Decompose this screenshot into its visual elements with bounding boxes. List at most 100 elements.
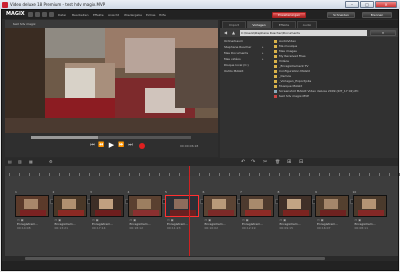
list-item[interactable]: Vidéos <box>274 59 289 63</box>
storyboard-clip[interactable]: 9 ▭ ▣ Enregistrem... 00:16:07 <box>315 190 349 230</box>
storyboard-clip[interactable]: 4 ▭ ▣ Enregistrem... 00:18:12 <box>127 190 162 230</box>
storyboard-clip[interactable]: 6 ▭ ▣ Enregistrem... 00:10:02 <box>202 190 237 230</box>
menu-extras[interactable]: Extras <box>146 13 155 17</box>
menu-effects[interactable]: Effekte <box>93 13 104 17</box>
list-item[interactable]: test hdv magix.MVP <box>274 94 309 98</box>
list-item[interactable]: Configuration MAGIX <box>274 69 310 73</box>
path-field[interactable]: C:\Users\Stephane Ruscher\Documents <box>240 29 367 36</box>
menu-edit[interactable]: Bearbeiten <box>72 13 88 17</box>
list-item[interactable]: My Received Files <box>274 54 306 58</box>
tree-expand-icon[interactable]: ▸ <box>262 57 264 61</box>
clip-thumbnail[interactable] <box>52 195 87 217</box>
list-item[interactable]: Mes images <box>274 49 297 53</box>
tab-effects[interactable]: Effekte <box>272 21 296 28</box>
clip-thumbnail[interactable] <box>277 195 312 217</box>
pool-tabs: Import Vorlagen Effekte Audio <box>220 20 398 28</box>
clip-thumbnail[interactable] <box>202 195 237 217</box>
edit-mode-button[interactable]: Schneiden <box>327 11 355 18</box>
settings-icon[interactable]: ⚙ <box>49 159 53 165</box>
clip-thumbnail[interactable] <box>165 195 199 217</box>
clip-duration: 00:18:12 <box>129 226 143 230</box>
storyboard-clip[interactable]: 10 ▭ ▣ Enregistrem... 00:08:11 <box>352 190 387 230</box>
scrollbar-thumb[interactable] <box>25 257 325 260</box>
maximize-button[interactable]: □ <box>360 1 374 8</box>
list-item[interactable]: Screenshot MAGIX Video deluxe 2009 (KIT_… <box>274 89 358 93</box>
clip-duration: 00:17:14 <box>92 226 106 230</box>
rewind-button[interactable]: ⏪ <box>98 142 105 149</box>
tab-import[interactable]: Import <box>222 21 246 28</box>
zoom-in-icon[interactable]: ⊞ <box>287 159 291 165</box>
clip-thumbnail[interactable] <box>90 195 124 217</box>
storyboard-clip[interactable]: 2 ▭ ▣ Enregistrem... 00:13:21 <box>52 190 87 230</box>
open-icon[interactable] <box>35 12 40 17</box>
tree-item-local-disk[interactable]: Disque local (C:) <box>224 63 249 67</box>
project-file-icon <box>274 94 277 98</box>
menu-view[interactable]: Ansicht <box>108 13 119 17</box>
timeline-view-icon[interactable]: ▥ <box>18 159 22 165</box>
tree-item-user[interactable]: Stephane Ruscher <box>224 45 251 49</box>
menu-playback[interactable]: Wiedergabe <box>124 13 142 17</box>
tree-item-magix-tools[interactable]: Outils MAGIX <box>224 69 243 73</box>
storyboard-clip[interactable]: 1 ▭ ▣ Enregistrem... 00:14:08 <box>15 190 49 230</box>
folder-up-icon[interactable]: ▲ <box>230 29 237 36</box>
save-icon[interactable] <box>42 12 47 17</box>
zoom-out-icon[interactable]: ⊟ <box>299 159 303 165</box>
redo-icon[interactable]: ↷ <box>251 159 255 165</box>
storyboard-view-icon[interactable]: ▤ <box>8 159 12 165</box>
to-start-button[interactable]: ⏮ <box>89 142 96 149</box>
menu-help[interactable]: Hilfe <box>159 13 166 17</box>
delete-icon[interactable]: 🗑 <box>275 159 280 165</box>
storyboard-clip[interactable]: 5 ▭ ▣ Enregistrem... 00:11:23 <box>165 190 199 230</box>
tab-audio[interactable]: Audio <box>297 21 317 28</box>
fast-forward-button[interactable]: ⏩ <box>118 142 125 149</box>
close-button[interactable]: × <box>375 1 397 8</box>
list-item[interactable]: AudioVideo <box>274 39 296 43</box>
clip-thumbnail[interactable] <box>315 195 349 217</box>
timeline-toolbar: ▤ ▥ ▦ ⚙ ↶ ↷ ✂ 🗑 ⊞ ⊟ <box>5 158 398 166</box>
overview-icon[interactable]: ▦ <box>29 159 33 165</box>
clip-duration: 00:16:07 <box>317 226 331 230</box>
playhead[interactable] <box>189 166 190 258</box>
list-item[interactable]: _Demos <box>274 74 291 78</box>
record-button[interactable] <box>139 143 145 149</box>
to-end-button[interactable]: ⏭ <box>127 142 134 149</box>
preview-timecode: 00:00:06:18 <box>180 144 199 148</box>
timeline-ruler[interactable] <box>5 166 400 176</box>
list-item[interactable]: Musique MAGIX <box>274 84 302 88</box>
storyboard-clip[interactable]: 7 ▭ ▣ Enregistrem... 00:12:19 <box>240 190 274 230</box>
tree-item-videos[interactable]: Mes vidéos <box>224 57 241 61</box>
list-item[interactable]: Ma musique <box>274 44 297 48</box>
clip-thumbnail[interactable] <box>352 195 387 217</box>
tree-item-root[interactable]: Ordnerbaum <box>224 39 243 43</box>
storyboard-clip[interactable]: 8 ▭ ▣ Enregistrem... 00:09:15 <box>277 190 312 230</box>
app-window: MAGIX Datei Bearbeiten Effekte Ansicht W… <box>1 9 400 271</box>
storyboard-clip[interactable]: 3 ▭ ▣ Enregistrem... 00:17:14 <box>90 190 124 230</box>
undo-icon[interactable] <box>49 12 54 17</box>
path-dropdown[interactable]: ▾ <box>370 29 396 36</box>
burn-button[interactable]: Brennen <box>362 11 392 18</box>
back-icon[interactable]: ◀ <box>222 29 229 36</box>
play-button[interactable]: ▶ <box>108 142 115 149</box>
clip-duration: 00:11:23 <box>167 226 181 230</box>
tree-item-documents[interactable]: Mes Documents <box>224 51 248 55</box>
clip-number: 8 <box>277 190 280 194</box>
cut-icon[interactable]: ✂ <box>263 159 267 165</box>
tree-expand-icon[interactable]: ▸ <box>262 51 264 55</box>
undo-icon[interactable]: ↶ <box>241 159 245 165</box>
video-preview[interactable] <box>5 28 218 133</box>
new-project-icon[interactable] <box>28 12 33 17</box>
clip-thumbnail[interactable] <box>240 195 274 217</box>
preview-scrubber[interactable] <box>31 136 191 139</box>
clip-number: 5 <box>165 190 167 194</box>
clip-duration: 00:14:08 <box>17 226 31 230</box>
list-item[interactable]: _Vorlagen_Exportjobs <box>274 79 311 83</box>
clip-thumbnail[interactable] <box>127 195 162 217</box>
clip-number: 1 <box>15 190 17 194</box>
extensions-button[interactable]: Erweiterungen <box>272 11 306 18</box>
clip-thumbnail[interactable] <box>15 195 49 217</box>
tree-expand-icon[interactable]: ▸ <box>262 45 264 49</box>
menu-file[interactable]: Datei <box>58 13 66 17</box>
tab-templates[interactable]: Vorlagen <box>247 21 271 28</box>
minimize-button[interactable]: – <box>345 1 359 8</box>
list-item[interactable]: _Enregistrement TV <box>274 64 308 68</box>
